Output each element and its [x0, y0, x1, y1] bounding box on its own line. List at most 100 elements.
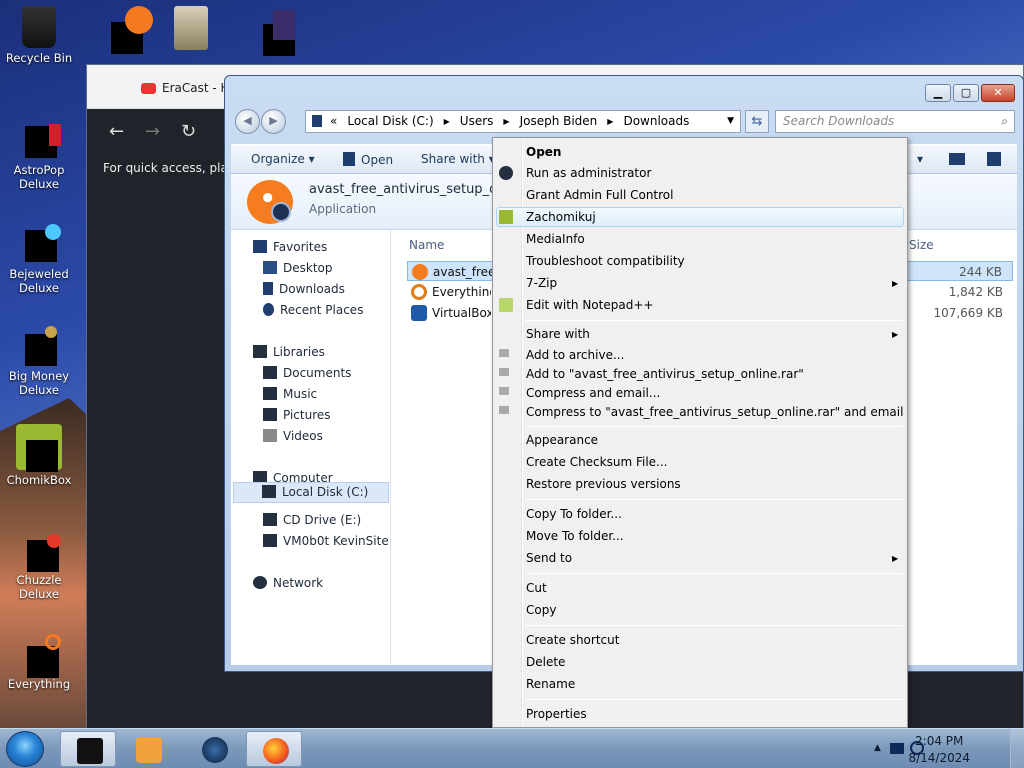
breadcrumb-separator-icon[interactable]: ▶ [444, 117, 450, 126]
address-prefix[interactable]: « [330, 114, 337, 128]
breadcrumb-separator-icon[interactable]: ▶ [607, 117, 613, 126]
nav-downloads[interactable]: Downloads [263, 282, 345, 296]
nav-desktop[interactable]: Desktop [263, 261, 333, 275]
chomikbox-icon [16, 424, 62, 472]
close-button[interactable]: ✕ [981, 84, 1015, 102]
browser-tab[interactable]: EraCast - H [141, 81, 230, 95]
menu-item-copy-to-folder[interactable]: Copy To folder... [526, 507, 622, 521]
column-header-size[interactable]: Size [909, 238, 934, 252]
search-input[interactable]: Search Downloads ⌕ [775, 110, 1015, 133]
taskbar-firefox[interactable] [246, 731, 302, 767]
menu-item-move-to-folder[interactable]: Move To folder... [526, 529, 624, 543]
nav-documents[interactable]: Documents [263, 366, 351, 380]
menu-item-7zip[interactable]: 7-Zip ▶ [526, 276, 898, 290]
drive-icon [262, 485, 276, 498]
column-header-name[interactable]: Name [409, 238, 444, 252]
menu-item-checksum[interactable]: Create Checksum File... [526, 455, 668, 469]
desktop-icon-folder[interactable] [152, 6, 230, 53]
vm-icon [251, 6, 295, 56]
nav-vm-drive[interactable]: VM0b0t KevinSite [263, 534, 389, 548]
youtube-icon [141, 83, 156, 94]
nav-network[interactable]: Network [253, 576, 323, 590]
nav-videos[interactable]: Videos [263, 429, 323, 443]
view-options-button[interactable]: ▾ [917, 152, 923, 166]
share-with-button[interactable]: Share with ▾ [421, 152, 495, 166]
nav-pictures[interactable]: Pictures [263, 408, 331, 422]
menu-item-add-to-archive[interactable]: Add to archive... [526, 348, 624, 362]
desktop-icon-big-money[interactable]: Big Money Deluxe [0, 326, 78, 397]
menu-item-appearance[interactable]: Appearance [526, 433, 598, 447]
nav-recent-places[interactable]: Recent Places [263, 303, 363, 317]
desktop-icon-chuzzle[interactable]: Chuzzle Deluxe [0, 530, 78, 601]
taskbar-explorer[interactable] [60, 731, 116, 767]
menu-item-delete[interactable]: Delete [526, 655, 565, 669]
submenu-arrow-icon: ▶ [892, 279, 899, 288]
everything-icon [19, 634, 61, 678]
tray-network-icon[interactable] [890, 743, 904, 754]
desktop-icon-everything[interactable]: Everything [0, 634, 78, 691]
tray-expand-icon[interactable]: ▲ [874, 743, 881, 753]
menu-item-compress-to-rar-email[interactable]: Compress to "avast_free_antivirus_setup_… [526, 405, 903, 419]
reload-icon[interactable]: ↻ [181, 121, 196, 142]
menu-item-open[interactable]: Open [526, 145, 561, 159]
clock[interactable]: 2:04 PM 8/14/2024 [908, 733, 970, 767]
organize-button[interactable]: Organize ▾ [251, 152, 315, 166]
taskbar-app[interactable] [186, 731, 242, 767]
virtualbox-icon [411, 305, 427, 321]
desktop-icon-chomikbox[interactable]: ChomikBox [0, 424, 78, 487]
desktop-icon-astropop[interactable]: AstroPop Deluxe [0, 120, 78, 191]
back-icon[interactable]: ← [109, 121, 124, 142]
menu-item-run-as-admin[interactable]: Run as administrator [526, 166, 651, 180]
breadcrumb-joseph-biden[interactable]: Joseph Biden [520, 114, 598, 128]
window-controls: ▁ ▢ ✕ [925, 84, 1015, 102]
show-desktop-button[interactable] [1010, 729, 1024, 768]
desktop-icon-recycle-bin[interactable]: Recycle Bin [0, 6, 78, 65]
chuzzle-icon [19, 530, 61, 572]
breadcrumb-downloads[interactable]: Downloads [623, 114, 689, 128]
computer-icon [312, 115, 322, 127]
minimize-button[interactable]: ▁ [925, 84, 951, 102]
menu-item-restore-versions[interactable]: Restore previous versions [526, 477, 681, 491]
breadcrumb-local-disk[interactable]: Local Disk (C:) [347, 114, 433, 128]
menu-item-troubleshoot[interactable]: Troubleshoot compatibility [526, 254, 685, 268]
nav-music[interactable]: Music [263, 387, 317, 401]
desktop-icon-vm[interactable] [232, 6, 310, 56]
forward-icon[interactable]: → [145, 121, 160, 142]
preview-pane-icon[interactable] [949, 152, 971, 166]
nav-local-disk[interactable]: Local Disk (C:) [233, 482, 389, 503]
archive-icon [499, 368, 509, 376]
menu-item-create-shortcut[interactable]: Create shortcut [526, 633, 619, 647]
menu-item-send-to[interactable]: Send to ▶ [526, 551, 898, 565]
forward-button[interactable]: ▶ [261, 109, 286, 134]
menu-item-cut[interactable]: Cut [526, 581, 547, 595]
taskbar-media-player[interactable] [120, 731, 176, 767]
menu-item-rename[interactable]: Rename [526, 677, 575, 691]
search-icon[interactable]: ⌕ [1001, 111, 1008, 132]
desktop-icon-bejeweled[interactable]: Bejeweled Deluxe [0, 224, 78, 295]
breadcrumb-separator-icon[interactable]: ▶ [503, 117, 509, 126]
nav-cd-drive[interactable]: CD Drive (E:) [263, 513, 361, 527]
refresh-button[interactable]: ⇆ [745, 110, 769, 133]
menu-item-share-with[interactable]: Share with ▶ [526, 327, 898, 341]
open-button[interactable]: Open [343, 152, 393, 167]
help-icon[interactable] [987, 152, 1007, 167]
menu-item-zachomikuj[interactable]: Zachomikuj [526, 210, 596, 224]
menu-item-notepadpp[interactable]: Edit with Notepad++ [526, 298, 653, 312]
menu-item-mediainfo[interactable]: MediaInfo [526, 232, 585, 246]
address-dropdown-icon[interactable]: ▼ [727, 111, 734, 132]
avast-icon [412, 264, 428, 280]
maximize-button[interactable]: ▢ [953, 84, 979, 102]
menu-item-properties[interactable]: Properties [526, 707, 587, 721]
breadcrumb-users[interactable]: Users [460, 114, 494, 128]
menu-item-add-to-rar[interactable]: Add to "avast_free_antivirus_setup_onlin… [526, 367, 804, 381]
menu-item-grant-admin[interactable]: Grant Admin Full Control [526, 188, 673, 202]
file-size: 244 KB [959, 265, 1002, 279]
address-bar[interactable]: « Local Disk (C:) ▶ Users ▶ Joseph Biden ▶ Down… [305, 110, 741, 133]
nav-libraries[interactable]: Libraries [253, 345, 325, 359]
cd-drive-icon [263, 513, 277, 526]
back-button[interactable]: ◀ [235, 109, 260, 134]
nav-favorites[interactable]: Favorites [253, 240, 327, 254]
start-button[interactable] [6, 731, 44, 767]
menu-item-compress-email[interactable]: Compress and email... [526, 386, 660, 400]
menu-item-copy[interactable]: Copy [526, 603, 556, 617]
